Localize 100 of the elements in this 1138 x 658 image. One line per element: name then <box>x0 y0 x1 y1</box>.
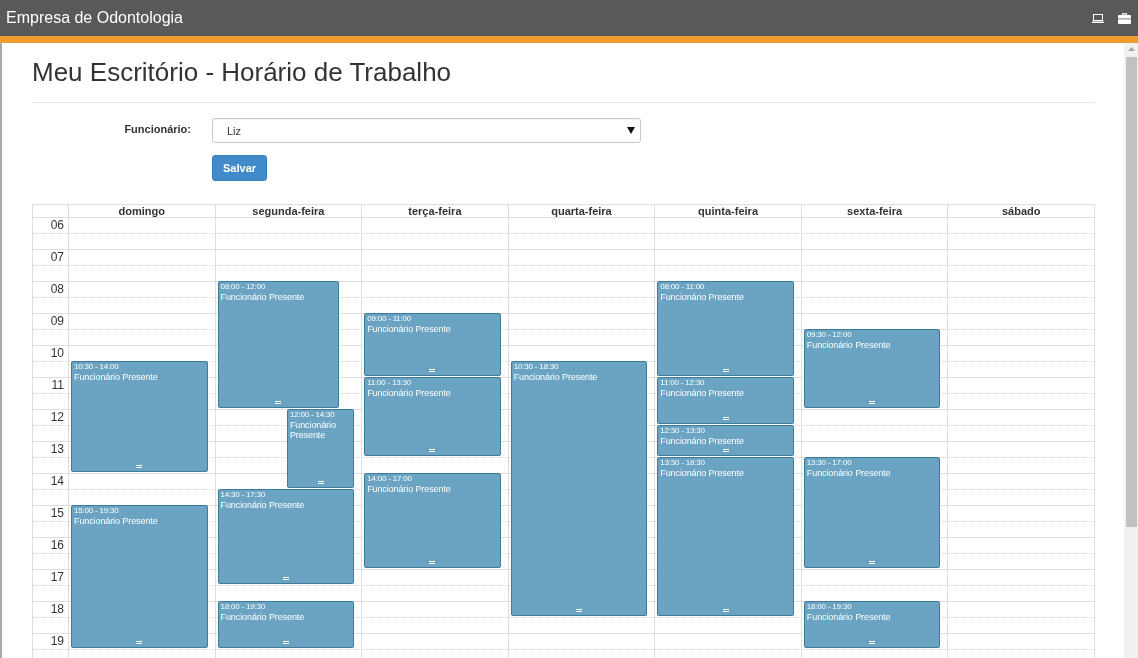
calendar-event[interactable]: 09:00 - 11:00 Funcionário Presente <box>364 313 501 376</box>
resize-handle-icon[interactable] <box>317 481 324 484</box>
day-header: domingo <box>118 205 165 217</box>
app-title: Empresa de Odontologia <box>6 8 183 28</box>
resize-handle-icon[interactable] <box>136 465 143 468</box>
calendar-event[interactable]: 14:00 - 17:00 Funcionário Presente <box>364 473 501 568</box>
scroll-up-icon[interactable] <box>1127 47 1135 51</box>
event-title: Funcionário Presente <box>806 468 891 478</box>
briefcase-icon[interactable] <box>1118 12 1131 24</box>
laptop-icon[interactable] <box>1092 13 1104 23</box>
event-title: Funcionário Presente <box>660 436 744 446</box>
calendar-event[interactable]: 18:00 - 19:30 Funcionário Presente <box>803 601 941 648</box>
event-time: 14:00 - 17:00 <box>367 474 412 484</box>
calendar-event[interactable]: 14:30 - 17:30 Funcionário Presente <box>217 489 355 584</box>
event-title: Funcionário Presente <box>660 388 744 398</box>
event-time: 18:00 - 19:30 <box>220 602 266 612</box>
hour-label: 07 <box>50 250 64 265</box>
event-time: 13:30 - 18:30 <box>660 458 705 468</box>
event-title: Funcionário Presente <box>367 484 451 494</box>
event-time: 15:00 - 19:30 <box>74 506 119 516</box>
employee-select[interactable]: Liz <box>212 118 641 143</box>
resize-handle-icon[interactable] <box>429 561 436 564</box>
event-time: 12:30 - 13:30 <box>660 426 705 436</box>
caret-icon <box>627 127 635 134</box>
calendar-event[interactable]: 13:30 - 18:30 Funcionário Presente <box>657 457 794 616</box>
resize-handle-icon[interactable] <box>282 577 289 580</box>
scrollbar[interactable] <box>1124 43 1138 658</box>
scrollbar-thumb[interactable] <box>1125 57 1137 527</box>
day-header: terça-feira <box>408 205 462 217</box>
event-title: Funcionário Presente <box>220 292 305 302</box>
calendar-event[interactable]: 11:00 - 13:30 Funcionário Presente <box>364 377 501 456</box>
event-time: 09:00 - 11:00 <box>367 314 412 324</box>
resize-handle-icon[interactable] <box>869 561 876 564</box>
event-time: 13:30 - 17:00 <box>806 458 852 468</box>
event-time: 08:00 - 11:00 <box>660 282 705 292</box>
resize-handle-icon[interactable] <box>722 369 729 372</box>
page-title: Meu Escritório - Horário de Trabalho <box>32 57 452 87</box>
hour-label: 10 <box>50 346 64 361</box>
calendar-event[interactable]: 18:00 - 19:30 Funcionário Presente <box>217 601 355 648</box>
event-title: Funcionário Presente <box>220 612 305 622</box>
hour-label: 09 <box>50 314 64 329</box>
day-header: sexta-feira <box>847 205 903 217</box>
hour-label: 15 <box>50 506 64 521</box>
hour-label: 08 <box>50 282 64 297</box>
field-label: Funcionário: <box>124 122 191 136</box>
hour-label: 06 <box>50 218 64 233</box>
resize-handle-icon[interactable] <box>282 641 289 644</box>
calendar-event[interactable]: 11:00 - 12:30 Funcionário Presente <box>657 377 794 424</box>
resize-handle-icon[interactable] <box>869 401 876 404</box>
event-time: 10:30 - 18:30 <box>513 362 559 372</box>
event-title: Funcionário Presente <box>660 468 744 478</box>
hour-label: 16 <box>50 538 64 553</box>
event-time: 12:00 - 14:30 <box>289 410 335 420</box>
resize-handle-icon[interactable] <box>136 641 143 644</box>
event-title: Funcionário Presente <box>74 372 158 382</box>
event-time: 11:00 - 13:30 <box>367 378 412 388</box>
day-header: quarta-feira <box>551 205 612 217</box>
resize-handle-icon[interactable] <box>722 609 729 612</box>
calendar-event[interactable]: 09:30 - 12:00 Funcionário Presente <box>803 329 941 408</box>
event-time: 08:00 - 12:00 <box>220 282 266 292</box>
save-button[interactable]: Salvar <box>212 155 268 181</box>
resize-handle-icon[interactable] <box>576 609 582 612</box>
day-header: sábado <box>1001 205 1041 217</box>
calendar-event[interactable]: 08:00 - 12:00 Funcionário Presente <box>217 281 340 408</box>
event-title: Funcionário Presente <box>220 500 305 510</box>
event-time: 09:30 - 12:00 <box>806 330 852 340</box>
event-time: 10:30 - 14:00 <box>74 362 119 372</box>
event-title: Funcionário Presente <box>74 516 158 526</box>
event-time: 11:00 - 12:30 <box>660 378 705 388</box>
hour-label: 11 <box>51 378 64 393</box>
hour-label: 18 <box>50 602 64 617</box>
hour-label: 12 <box>50 410 64 425</box>
calendar-event[interactable]: 15:00 - 19:30 Funcionário Presente <box>71 505 208 648</box>
hour-label: 19 <box>50 634 64 649</box>
resize-handle-icon[interactable] <box>722 449 729 452</box>
hour-label: 14 <box>50 474 64 489</box>
day-header: quinta-feira <box>698 205 758 217</box>
event-title: Funcionário Presente <box>806 612 891 622</box>
event-title: Funcionário Presente <box>513 372 598 382</box>
calendar-event[interactable]: 12:30 - 13:30 Funcionário Presente <box>657 425 794 456</box>
event-title: Funcionário Presente <box>806 340 891 350</box>
calendar-event[interactable]: 10:30 - 14:00 Funcionário Presente <box>71 361 208 472</box>
event-time: 14:30 - 17:30 <box>220 490 266 500</box>
resize-handle-icon[interactable] <box>869 641 876 644</box>
hour-label: 17 <box>50 570 64 585</box>
day-header: segunda-feira <box>252 205 325 217</box>
resize-handle-icon[interactable] <box>722 417 729 420</box>
calendar-event[interactable]: 10:30 - 18:30 Funcionário Presente <box>510 361 648 616</box>
event-title: Funcionário Presente <box>660 292 744 302</box>
calendar-event[interactable]: 12:00 - 14:30 Funcionário Presente <box>286 409 355 488</box>
resize-handle-icon[interactable] <box>429 369 436 372</box>
event-time: 18:00 - 19:30 <box>806 602 852 612</box>
calendar-event[interactable]: 13:30 - 17:00 Funcionário Presente <box>803 457 941 568</box>
event-title: Funcionário Presente <box>367 324 451 334</box>
event-title: Funcionário Presente <box>289 420 337 440</box>
calendar-event[interactable]: 08:00 - 11:00 Funcionário Presente <box>657 281 794 376</box>
event-title: Funcionário Presente <box>367 388 451 398</box>
resize-handle-icon[interactable] <box>275 401 282 404</box>
resize-handle-icon[interactable] <box>429 449 436 452</box>
hour-label: 13 <box>50 442 64 457</box>
